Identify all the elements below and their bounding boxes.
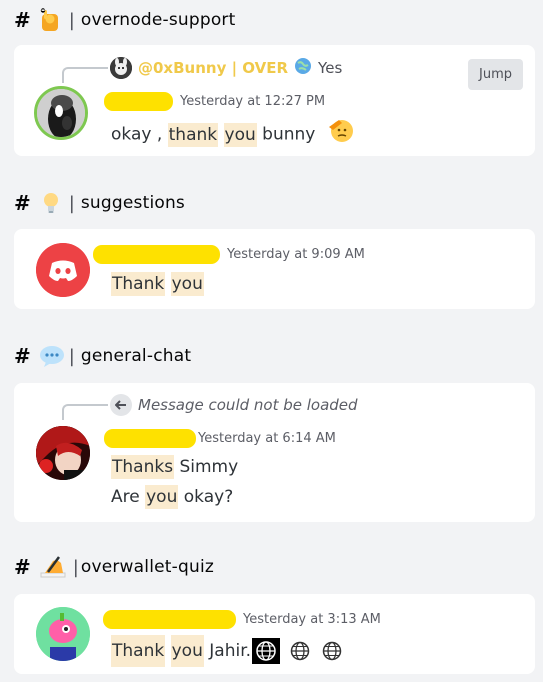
message-card[interactable]: Yesterday at 9:09 AM Thank you [14,229,535,309]
message-text: okay , thank you bunny [111,117,353,152]
speech-balloon-icon [39,344,64,368]
channel-separator: | [68,9,75,31]
jump-button[interactable]: Jump [468,59,523,90]
avatar[interactable] [36,607,90,661]
channel-separator: | [68,192,75,214]
message-text: Thank you [111,270,204,298]
message-meta: Yesterday at 12:27 PM [104,92,325,111]
channel-header-overwallet-quiz[interactable]: # | overwallet-quiz [14,555,214,579]
reply-connector [62,404,108,420]
globe-icon [294,57,312,79]
reply-preview[interactable]: @0xBunny | OVER Yes [110,57,342,79]
avatar[interactable] [34,86,88,140]
timestamp[interactable]: Yesterday at 6:14 AM [198,431,336,446]
text-segment [165,274,170,294]
text-highlight: Thanks [111,455,175,479]
message-text: Thank you Jahir. [111,635,342,667]
reply-author-avatar [110,57,132,79]
person-raising-hand-icon [39,8,63,32]
text-highlight: Thank [111,635,166,667]
writing-hand-icon [39,555,67,579]
lightbulb-icon [39,191,63,215]
channel-separator: | [68,345,75,367]
message-meta: Yesterday at 9:09 AM [93,245,365,264]
text-highlight: Thank [111,272,166,296]
text-segment: Jahir. [203,641,252,661]
reply-preview[interactable]: Message could not be loaded [110,394,358,416]
text-segment: bunny [256,124,316,145]
message-meta: Yesterday at 6:14 AM [104,429,336,448]
channel-name: overwallet-quiz [80,557,214,577]
message-meta: Yesterday at 3:13 AM [103,610,381,629]
channel-header-overnode-support[interactable]: # | overnode-support [14,8,235,32]
reply-connector [62,67,108,83]
avatar[interactable] [36,243,90,297]
text-segment: Are [111,487,146,507]
channel-name: overnode-support [80,10,236,30]
channel-separator: | [72,556,79,578]
channel-hash-icon: # [14,555,31,579]
author-name-redacted[interactable] [104,429,196,448]
channel-hash-icon: # [14,8,31,32]
author-name-redacted[interactable] [93,245,220,264]
text-highlight: you [223,122,257,147]
text-segment [218,125,223,145]
globe-icon [322,641,342,661]
timestamp[interactable]: Yesterday at 12:27 PM [180,94,325,109]
text-highlight: thank [167,122,219,147]
channel-name: suggestions [80,193,185,213]
text-highlight: you [170,272,204,296]
message-text-line-1: Thanks Simmy [111,453,238,481]
message-text-line-2: Are you okay? [111,483,233,511]
text-segment: Simmy [174,457,239,477]
text-highlight: you [170,635,204,667]
reply-arrow-icon [110,394,132,416]
message-card[interactable]: @0xBunny | OVER Yes Jump Yesterday at 12… [14,45,535,156]
reply-text: Message could not be loaded [138,396,358,414]
message-card[interactable]: Message could not be loaded Yesterday at… [14,383,535,522]
channel-header-suggestions[interactable]: # | suggestions [14,191,185,215]
message-card[interactable]: Yesterday at 3:13 AM Thank you Jahir. [14,594,535,674]
saluting-face-icon [327,117,353,152]
avatar[interactable] [36,426,90,480]
globe-icon [290,641,310,661]
reply-author-name[interactable]: @0xBunny | OVER [138,59,288,77]
channel-name: general-chat [80,346,192,366]
text-highlight: you [145,485,179,509]
channel-header-general-chat[interactable]: # | general-chat [14,344,191,368]
text-segment: okay? [178,487,234,507]
timestamp[interactable]: Yesterday at 9:09 AM [227,247,365,262]
text-segment: okay , [111,124,168,145]
timestamp[interactable]: Yesterday at 3:13 AM [243,612,381,627]
reply-text: Yes [318,59,343,77]
channel-hash-icon: # [14,191,31,215]
globe-icon [252,638,281,664]
author-name-redacted[interactable] [103,610,236,629]
author-name-redacted[interactable] [104,92,173,111]
channel-hash-icon: # [14,344,31,368]
